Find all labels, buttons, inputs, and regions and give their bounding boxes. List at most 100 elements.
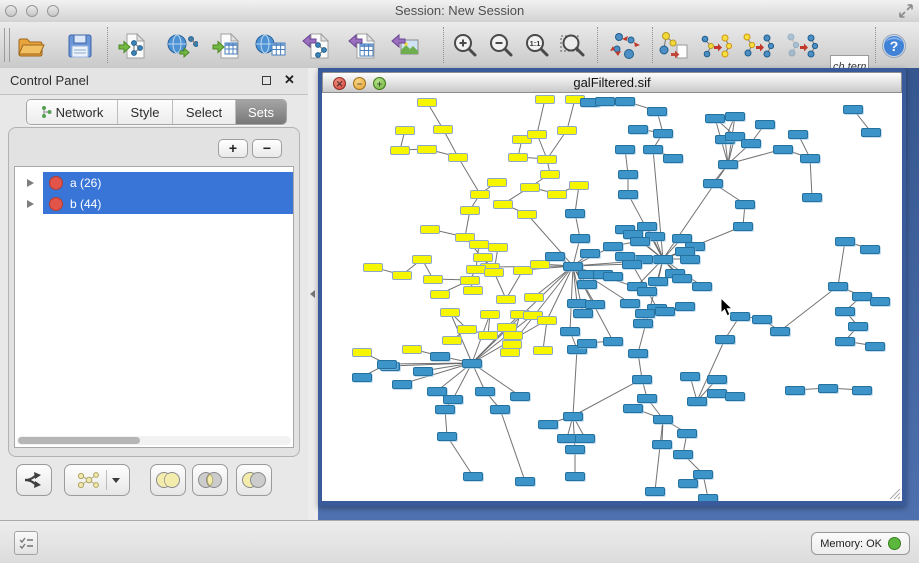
- graph-node[interactable]: [524, 293, 544, 302]
- graph-node[interactable]: [648, 277, 668, 286]
- graph-node[interactable]: [413, 367, 433, 376]
- graph-node[interactable]: [653, 129, 673, 138]
- graph-node[interactable]: [488, 243, 508, 252]
- graph-node[interactable]: [663, 154, 683, 163]
- remove-set-button[interactable]: −: [252, 139, 282, 158]
- toolbar-drag-handle[interactable]: [4, 28, 10, 62]
- graph-node[interactable]: [673, 450, 693, 459]
- graph-node[interactable]: [741, 139, 761, 148]
- graph-node[interactable]: [637, 394, 657, 403]
- open-file-button[interactable]: [14, 30, 46, 62]
- graph-node[interactable]: [773, 145, 793, 154]
- graph-node[interactable]: [672, 274, 692, 283]
- graph-node[interactable]: [637, 287, 657, 296]
- network-window-titlebar[interactable]: ✕ − + galFiltered.sif: [322, 72, 902, 93]
- graph-node[interactable]: [527, 130, 547, 139]
- graph-node[interactable]: [828, 282, 848, 291]
- collapse-panel-icon[interactable]: [310, 290, 315, 298]
- graph-node[interactable]: [643, 145, 663, 154]
- graph-node[interactable]: [788, 130, 808, 139]
- graph-node[interactable]: [622, 260, 642, 269]
- graph-node[interactable]: [675, 302, 695, 311]
- graph-node[interactable]: [733, 222, 753, 231]
- graph-node[interactable]: [698, 494, 718, 502]
- graph-node[interactable]: [567, 299, 587, 308]
- graph-node[interactable]: [377, 360, 397, 369]
- graph-node[interactable]: [430, 352, 450, 361]
- graph-node[interactable]: [443, 395, 463, 404]
- graph-node[interactable]: [493, 200, 513, 209]
- graph-node[interactable]: [430, 290, 450, 299]
- graph-node[interactable]: [620, 299, 640, 308]
- graph-node[interactable]: [462, 359, 482, 368]
- graph-node[interactable]: [463, 472, 483, 481]
- graph-node[interactable]: [480, 310, 500, 319]
- graph-node[interactable]: [618, 170, 638, 179]
- zoom-selected-button[interactable]: [557, 30, 589, 62]
- graph-node[interactable]: [470, 190, 490, 199]
- graph-node[interactable]: [557, 434, 577, 443]
- graph-node[interactable]: [573, 309, 593, 318]
- close-panel-icon[interactable]: ✕: [284, 72, 295, 88]
- graph-node[interactable]: [752, 315, 772, 324]
- graph-node[interactable]: [577, 339, 597, 348]
- save-session-button[interactable]: [64, 30, 96, 62]
- graph-node[interactable]: [865, 342, 885, 351]
- show-all-button[interactable]: [786, 30, 818, 62]
- graph-node[interactable]: [623, 404, 643, 413]
- graph-node[interactable]: [677, 429, 697, 438]
- graph-node[interactable]: [852, 292, 872, 301]
- graph-node[interactable]: [843, 105, 863, 114]
- graph-node[interactable]: [466, 265, 486, 274]
- graph-node[interactable]: [390, 146, 410, 155]
- graph-node[interactable]: [603, 337, 623, 346]
- graph-node[interactable]: [435, 405, 455, 414]
- tab-network[interactable]: Network: [27, 100, 118, 124]
- graph-node[interactable]: [770, 327, 790, 336]
- graph-node[interactable]: [352, 348, 372, 357]
- graph-node[interactable]: [535, 95, 555, 104]
- graph-node[interactable]: [490, 405, 510, 414]
- help-button[interactable]: ?: [878, 30, 910, 62]
- memory-status-button[interactable]: Memory: OK: [811, 532, 910, 555]
- graph-node[interactable]: [423, 275, 443, 284]
- graph-node[interactable]: [615, 145, 635, 154]
- union-button[interactable]: [150, 464, 186, 496]
- zoom-in-button[interactable]: [449, 30, 481, 62]
- set-selection[interactable]: a (26): [43, 172, 293, 193]
- graph-node[interactable]: [647, 107, 667, 116]
- graph-node[interactable]: [569, 181, 589, 190]
- graph-node[interactable]: [565, 472, 585, 481]
- graph-node[interactable]: [352, 373, 372, 382]
- graph-node[interactable]: [630, 237, 650, 246]
- graph-node[interactable]: [540, 170, 560, 179]
- graph-node[interactable]: [680, 372, 700, 381]
- graph-node[interactable]: [508, 153, 528, 162]
- graph-node[interactable]: [565, 445, 585, 454]
- graph-node[interactable]: [653, 255, 673, 264]
- graph-node[interactable]: [628, 125, 648, 134]
- graph-node[interactable]: [653, 415, 673, 424]
- set-row-a[interactable]: a (26): [15, 172, 293, 193]
- graph-node[interactable]: [800, 154, 820, 163]
- import-table-file-button[interactable]: [211, 30, 243, 62]
- split-sets-button[interactable]: [16, 464, 52, 496]
- graph-node[interactable]: [440, 308, 460, 317]
- graph-node[interactable]: [802, 193, 822, 202]
- apply-layout-button[interactable]: [609, 30, 641, 62]
- graph-node[interactable]: [537, 316, 557, 325]
- graph-node[interactable]: [725, 392, 745, 401]
- graph-node[interactable]: [537, 155, 557, 164]
- add-set-button[interactable]: +: [218, 139, 248, 158]
- graph-node[interactable]: [547, 190, 567, 199]
- fullscreen-icon[interactable]: [898, 3, 914, 19]
- graph-node[interactable]: [755, 120, 775, 129]
- graph-node[interactable]: [860, 245, 880, 254]
- graph-node[interactable]: [392, 380, 412, 389]
- graph-node[interactable]: [412, 255, 432, 264]
- graph-node[interactable]: [655, 307, 675, 316]
- graph-node[interactable]: [628, 349, 648, 358]
- set-selection[interactable]: b (44): [43, 193, 293, 214]
- graph-node[interactable]: [725, 112, 745, 121]
- graph-node[interactable]: [835, 337, 855, 346]
